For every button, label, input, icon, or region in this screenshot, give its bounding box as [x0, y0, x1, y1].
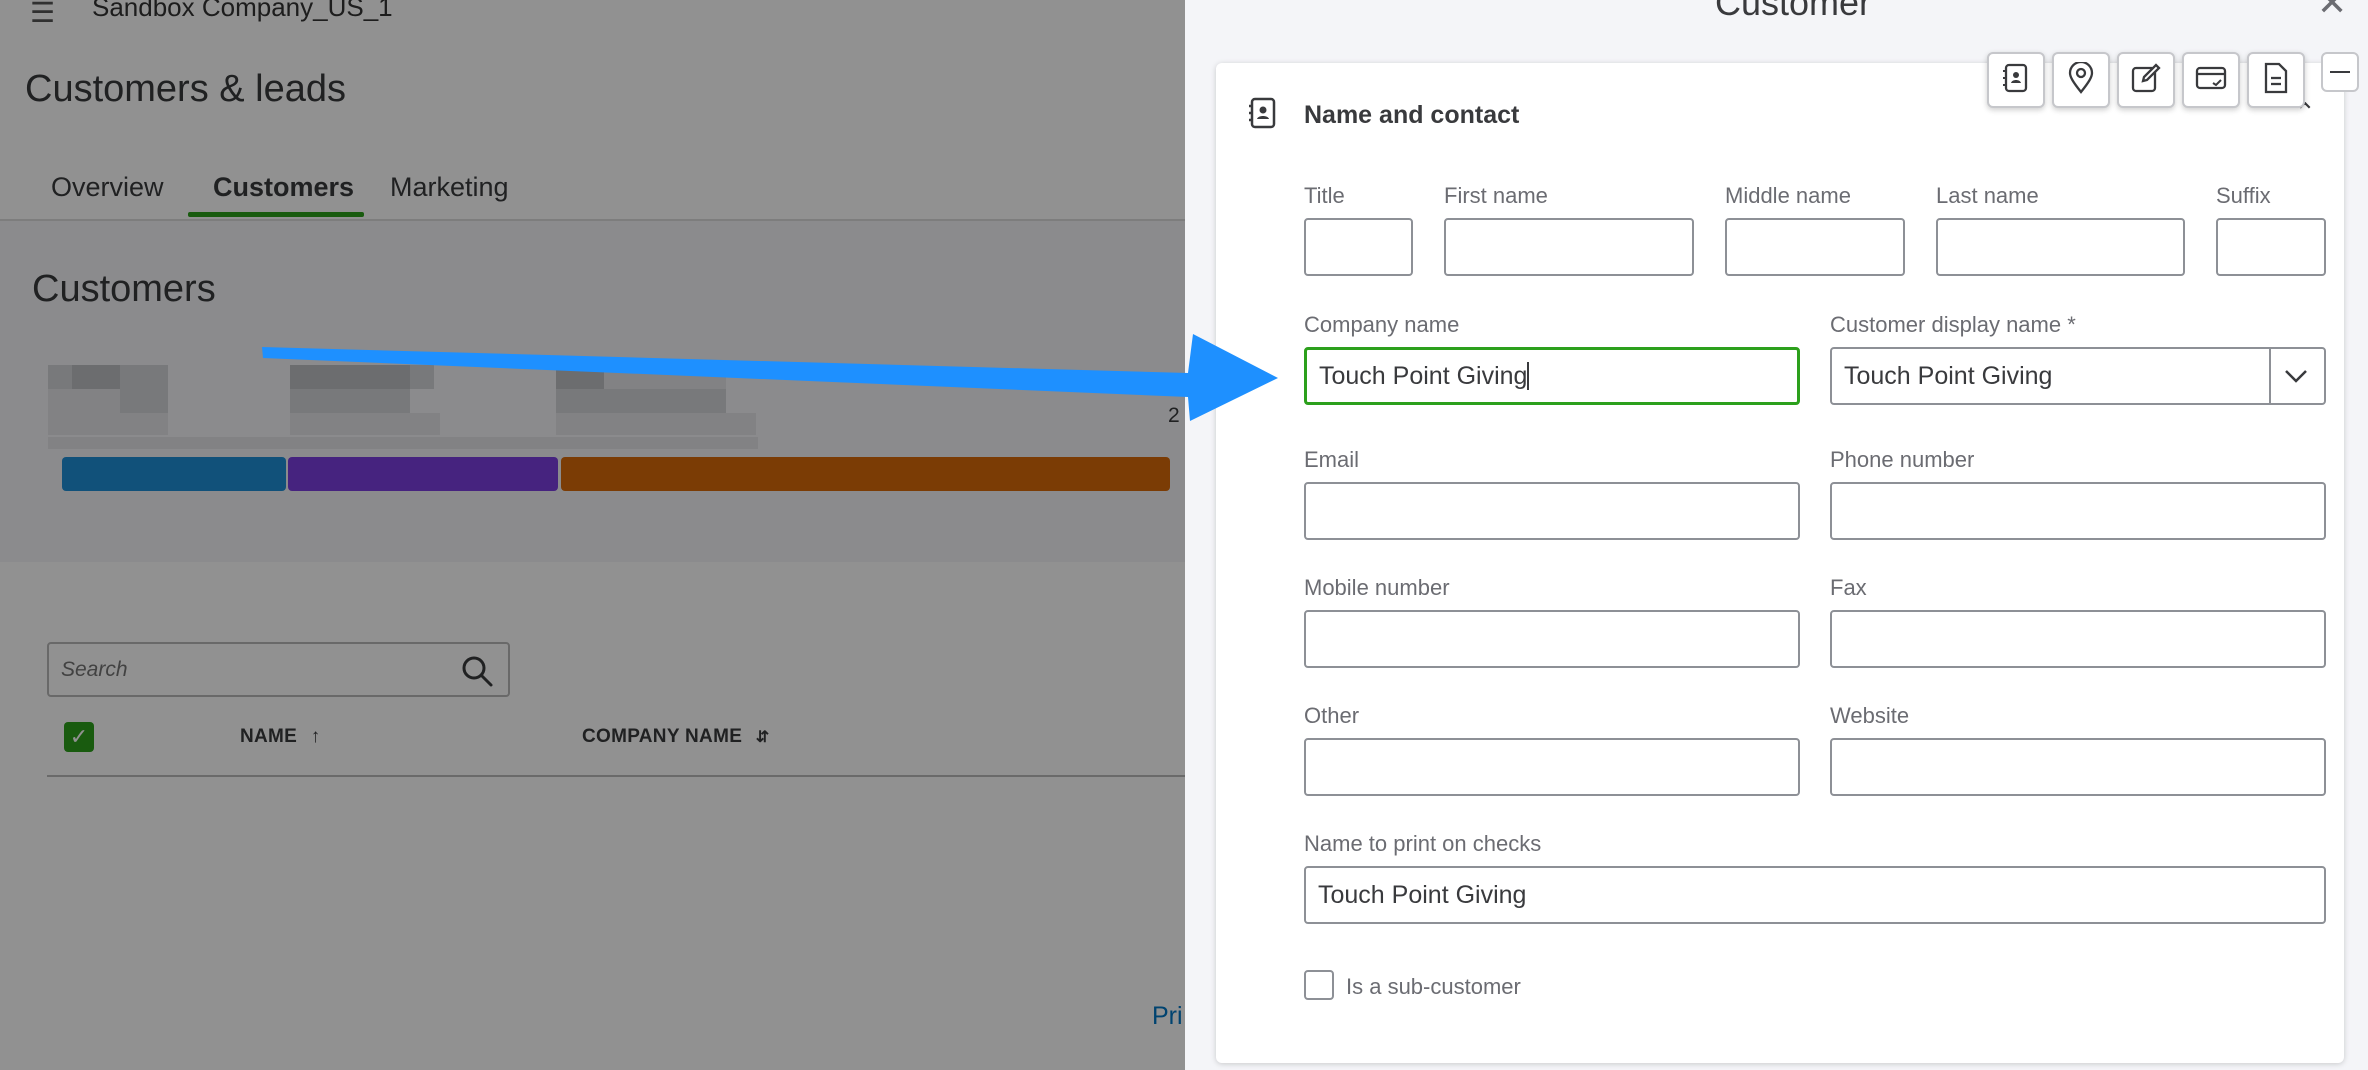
mobile-input[interactable]	[1306, 612, 1798, 666]
last-name-input[interactable]	[1938, 220, 2183, 274]
print-on-checks-input[interactable]	[1306, 868, 2324, 922]
phone-label: Phone number	[1830, 447, 1975, 472]
last-name-label: Last name	[1936, 183, 2039, 208]
payments-button[interactable]	[2182, 52, 2240, 108]
suffix-input[interactable]	[2218, 220, 2324, 274]
drawer-title: Customer	[1715, 0, 1872, 23]
first-name-field[interactable]	[1444, 218, 1694, 276]
suffix-field[interactable]	[2216, 218, 2326, 276]
other-field[interactable]	[1304, 738, 1800, 796]
suffix-label: Suffix	[2216, 183, 2271, 208]
attachments-button[interactable]	[2247, 52, 2305, 108]
location-pin-icon	[2067, 60, 2095, 99]
text-cursor	[1527, 362, 1530, 390]
website-field[interactable]	[1830, 738, 2326, 796]
title-label: Title	[1304, 183, 1345, 208]
fax-label: Fax	[1830, 575, 1867, 600]
address-button[interactable]	[2052, 52, 2110, 108]
name-and-contact-card: Name and contact ⌃ Title First name Midd…	[1216, 63, 2344, 1063]
other-label: Other	[1304, 703, 1360, 728]
contact-card-button[interactable]	[1987, 52, 2045, 108]
website-label: Website	[1830, 703, 1910, 728]
contact-book-icon	[1248, 97, 1278, 134]
company-name-label: Company name	[1304, 312, 1460, 337]
print-on-checks-label: Name to print on checks	[1304, 831, 1542, 856]
minimize-button[interactable]	[2321, 52, 2359, 92]
contact-card-icon	[2002, 63, 2030, 98]
document-icon	[2263, 62, 2289, 99]
edit-note-icon	[2131, 62, 2161, 98]
minimize-icon	[2330, 71, 2350, 73]
phone-input[interactable]	[1832, 484, 2324, 538]
email-input[interactable]	[1306, 484, 1798, 538]
mobile-label: Mobile number	[1304, 575, 1450, 600]
phone-field[interactable]	[1830, 482, 2326, 540]
sub-customer-checkbox[interactable]	[1304, 970, 1334, 1000]
notes-button[interactable]	[2117, 52, 2175, 108]
mobile-field[interactable]	[1304, 610, 1800, 668]
first-name-label: First name	[1444, 183, 1548, 208]
chevron-down-icon[interactable]	[2268, 349, 2324, 403]
customer-drawer: Customer ✕ Name and contact ⌃ Title Firs…	[1185, 0, 2368, 1070]
first-name-input[interactable]	[1446, 220, 1692, 274]
display-name-label: Customer display name *	[1830, 312, 2076, 337]
sub-customer-label: Is a sub-customer	[1346, 974, 1521, 999]
title-input[interactable]	[1306, 220, 1411, 274]
company-name-value[interactable]: Touch Point Giving	[1319, 362, 1527, 391]
modal-backdrop[interactable]	[0, 0, 1185, 1070]
middle-name-label: Middle name	[1725, 183, 1851, 208]
middle-name-input[interactable]	[1727, 220, 1903, 274]
display-name-dropdown[interactable]	[1830, 347, 2326, 405]
fax-input[interactable]	[1832, 612, 2324, 666]
website-input[interactable]	[1832, 740, 2324, 794]
other-input[interactable]	[1306, 740, 1798, 794]
email-label: Email	[1304, 447, 1360, 472]
last-name-field[interactable]	[1936, 218, 2185, 276]
middle-name-field[interactable]	[1725, 218, 1905, 276]
email-field[interactable]	[1304, 482, 1800, 540]
payment-card-icon	[2195, 64, 2227, 97]
close-icon[interactable]: ✕	[2317, 0, 2347, 24]
display-name-input[interactable]	[1832, 349, 2262, 403]
title-field[interactable]	[1304, 218, 1413, 276]
company-name-field[interactable]: Touch Point Giving	[1304, 347, 1800, 405]
section-heading: Name and contact	[1304, 101, 1520, 129]
print-on-checks-field[interactable]	[1304, 866, 2326, 924]
fax-field[interactable]	[1830, 610, 2326, 668]
